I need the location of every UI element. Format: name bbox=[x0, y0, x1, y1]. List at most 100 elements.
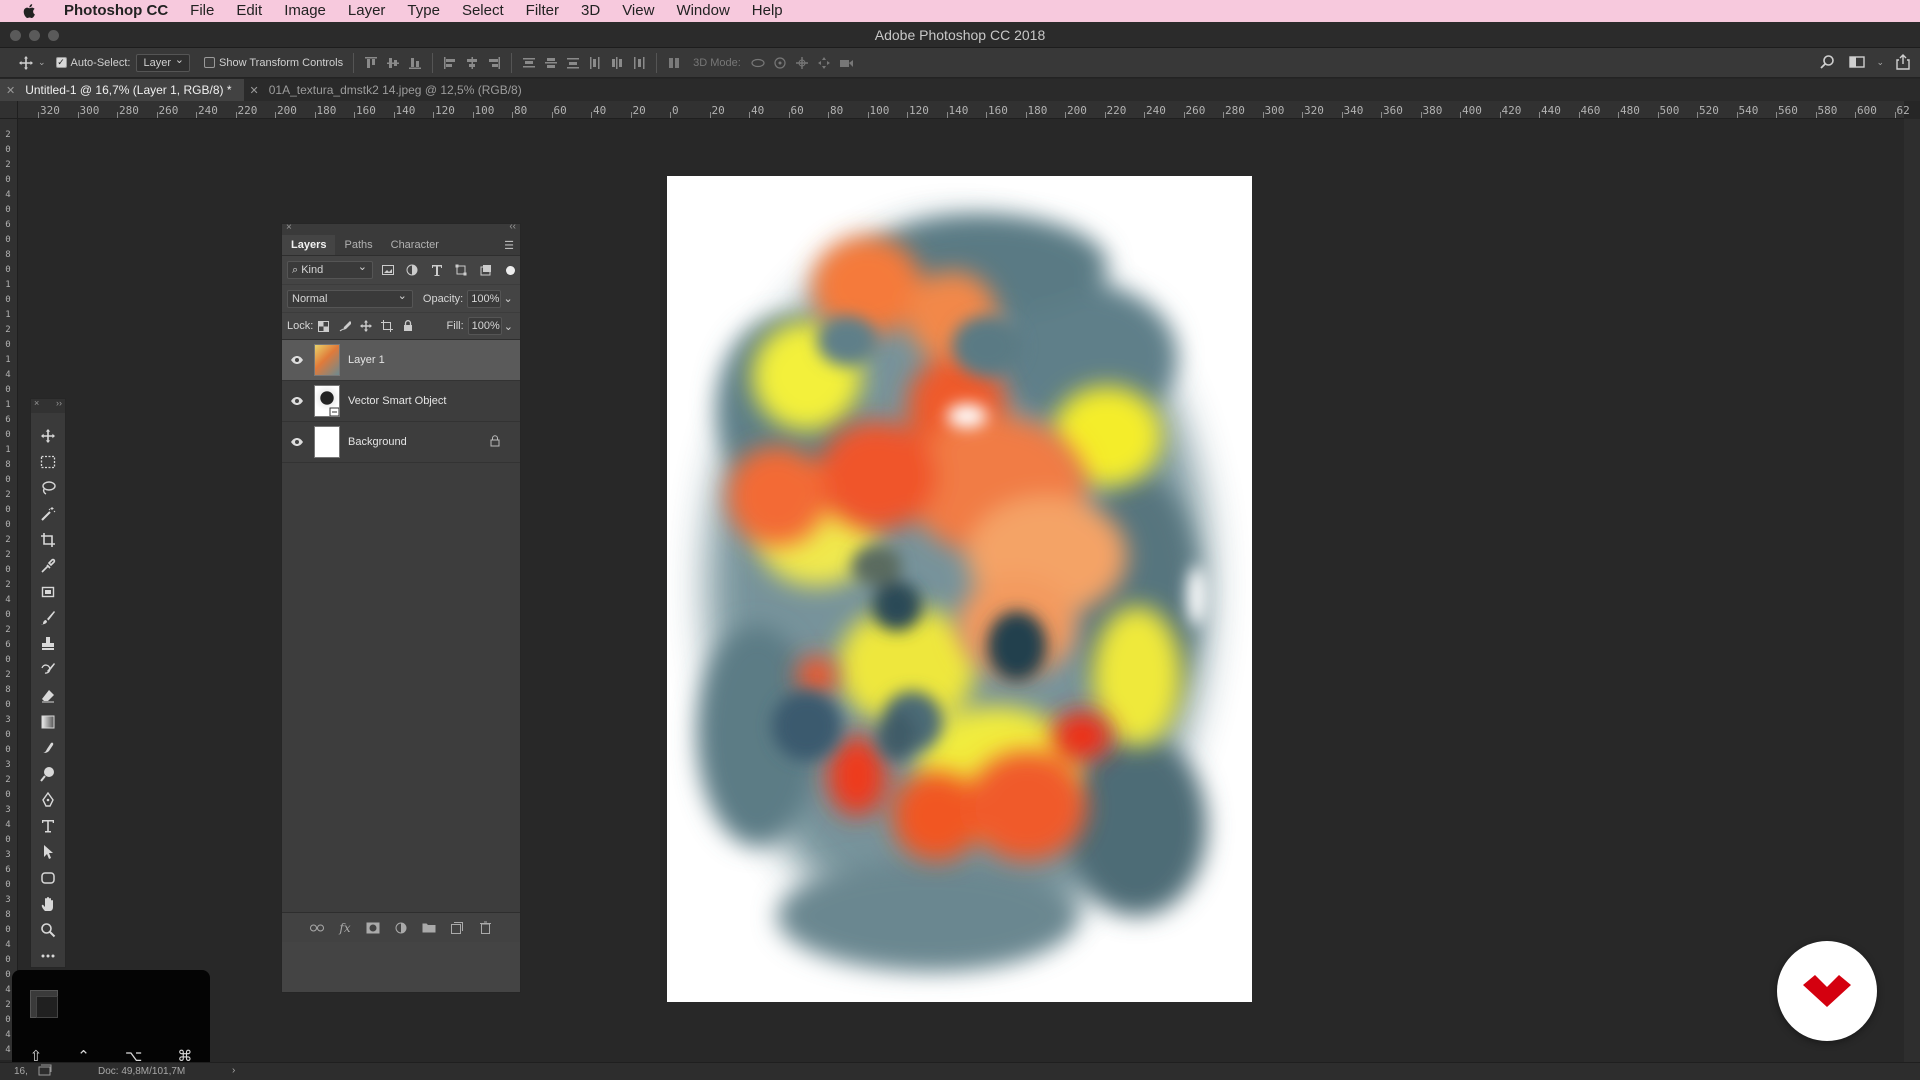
distribute-vcenter-icon[interactable] bbox=[540, 53, 562, 73]
status-menu-arrow-icon[interactable]: › bbox=[232, 1065, 235, 1076]
eyedropper-icon[interactable] bbox=[31, 553, 65, 579]
new-layer-icon[interactable] bbox=[449, 920, 465, 936]
shape-tool-icon[interactable] bbox=[31, 865, 65, 891]
filter-type-icon[interactable] bbox=[427, 261, 446, 279]
move-tool-icon[interactable] bbox=[31, 423, 65, 449]
align-right-icon[interactable] bbox=[483, 53, 505, 73]
horizontal-ruler[interactable]: 320 300 280 260 240 220 200 180 160 140 120 100 80 60… bbox=[18, 101, 1910, 119]
layer-name[interactable]: Vector Smart Object bbox=[348, 395, 446, 407]
lock-artboard-icon[interactable] bbox=[376, 317, 397, 335]
history-brush-icon[interactable] bbox=[31, 657, 65, 683]
menu-image[interactable]: Image bbox=[273, 0, 337, 22]
add-mask-icon[interactable] bbox=[365, 920, 381, 936]
menu-window[interactable]: Window bbox=[665, 0, 740, 22]
collapse-panel-icon[interactable]: ‹‹ bbox=[509, 221, 516, 232]
delete-layer-trash-icon[interactable] bbox=[477, 920, 493, 936]
magic-wand-icon[interactable] bbox=[31, 501, 65, 527]
distribute-top-icon[interactable] bbox=[518, 53, 540, 73]
close-icon[interactable]: ✕ bbox=[6, 84, 15, 97]
3d-slide-icon[interactable] bbox=[813, 53, 835, 73]
dodge-icon[interactable] bbox=[31, 761, 65, 787]
lock-transparent-pixels-icon[interactable] bbox=[313, 317, 334, 335]
workspace-icon[interactable] bbox=[1846, 52, 1868, 72]
menu-edit[interactable]: Edit bbox=[225, 0, 273, 22]
align-top-icon[interactable] bbox=[360, 53, 382, 73]
stamp-tool-icon[interactable] bbox=[31, 631, 65, 657]
layer-row[interactable]: Background bbox=[282, 422, 520, 463]
fill-input[interactable]: 100% bbox=[467, 317, 502, 335]
menu-select[interactable]: Select bbox=[451, 0, 515, 22]
align-bottom-icon[interactable] bbox=[404, 53, 426, 73]
ruler-origin[interactable] bbox=[0, 101, 18, 119]
layer-name[interactable]: Layer 1 bbox=[348, 354, 385, 366]
hand-tool-icon[interactable] bbox=[31, 891, 65, 917]
tab-textura[interactable]: ✕ 01A_textura_dmstk2 14.jpeg @ 12,5% (RG… bbox=[244, 79, 534, 101]
link-layers-icon[interactable] bbox=[309, 920, 325, 936]
chevron-down-icon[interactable]: ⌄ bbox=[502, 317, 515, 335]
foreground-color-swatch[interactable] bbox=[36, 996, 58, 1018]
align-hcenter-icon[interactable] bbox=[461, 53, 483, 73]
distribute-bottom-icon[interactable] bbox=[562, 53, 584, 73]
apple-menu-icon[interactable] bbox=[20, 2, 40, 20]
move-tool-preset-icon[interactable] bbox=[14, 52, 38, 74]
expand-toolbar-icon[interactable]: ›› bbox=[56, 398, 62, 408]
visibility-eye-icon[interactable] bbox=[282, 355, 312, 365]
3d-scale-icon[interactable] bbox=[835, 53, 857, 73]
search-icon[interactable] bbox=[1816, 52, 1838, 72]
blend-mode-dropdown[interactable]: Normal bbox=[287, 288, 413, 308]
close-icon[interactable]: ✕ bbox=[250, 84, 259, 97]
menu-3d[interactable]: 3D bbox=[570, 0, 611, 22]
auto-select-dropdown[interactable]: Layer bbox=[136, 52, 190, 72]
frame-tool-icon[interactable] bbox=[31, 579, 65, 605]
filter-toggle-switch[interactable] bbox=[506, 265, 516, 275]
tab-paths[interactable]: Paths bbox=[335, 235, 381, 255]
layer-row[interactable]: Vector Smart Object bbox=[282, 381, 520, 422]
menu-help[interactable]: Help bbox=[741, 0, 794, 22]
zoom-tool-icon[interactable] bbox=[31, 917, 65, 943]
filter-adjustment-icon[interactable] bbox=[402, 261, 421, 279]
layer-style-fx-icon[interactable]: fx bbox=[337, 920, 353, 936]
distribute-left-icon[interactable] bbox=[584, 53, 606, 73]
new-group-folder-icon[interactable] bbox=[421, 920, 437, 936]
lock-image-pixels-icon[interactable] bbox=[334, 317, 355, 335]
type-tool-icon[interactable] bbox=[31, 813, 65, 839]
document-canvas-image[interactable] bbox=[667, 176, 1252, 1002]
filter-shape-icon[interactable] bbox=[451, 261, 470, 279]
vertical-scrollbar[interactable] bbox=[1904, 119, 1920, 1062]
pen-tool-icon[interactable] bbox=[31, 787, 65, 813]
marquee-tool-icon[interactable] bbox=[31, 449, 65, 475]
close-icon[interactable]: × bbox=[34, 398, 39, 408]
menu-type[interactable]: Type bbox=[396, 0, 451, 22]
close-icon[interactable]: × bbox=[286, 222, 292, 233]
gradient-icon[interactable] bbox=[31, 709, 65, 735]
transform-controls-checkbox[interactable] bbox=[204, 57, 215, 68]
visibility-eye-icon[interactable] bbox=[282, 437, 312, 447]
smudge-icon[interactable] bbox=[31, 735, 65, 761]
menu-file[interactable]: File bbox=[179, 0, 225, 22]
opacity-input[interactable]: 100% bbox=[467, 289, 502, 308]
path-select-icon[interactable] bbox=[31, 839, 65, 865]
chevron-down-icon[interactable]: ⌄ bbox=[1876, 57, 1884, 68]
new-adjustment-layer-icon[interactable] bbox=[393, 920, 409, 936]
auto-select-checkbox[interactable]: ✓ bbox=[55, 57, 67, 68]
share-icon[interactable] bbox=[1892, 52, 1914, 72]
align-left-icon[interactable] bbox=[439, 53, 461, 73]
lock-position-icon[interactable] bbox=[355, 317, 376, 335]
more-tools-icon[interactable] bbox=[31, 943, 65, 969]
filter-pixel-icon[interactable] bbox=[378, 261, 397, 279]
visibility-eye-icon[interactable] bbox=[282, 396, 312, 406]
align-vcenter-icon[interactable] bbox=[382, 53, 404, 73]
export-icon[interactable] bbox=[38, 1064, 52, 1079]
auto-align-icon[interactable] bbox=[663, 53, 685, 73]
crop-tool-icon[interactable] bbox=[31, 527, 65, 553]
3d-pan-icon[interactable] bbox=[791, 53, 813, 73]
vertical-ruler[interactable]: 2 0 2 0 4 0 6 0 8 0 1 0 1 2 0 1 4 0 1 6 0 1 8 0 2 0 0 2 2 0 2 4 0 2 6 0 2 8 0 3… bbox=[0, 119, 18, 1060]
lasso-tool-icon[interactable] bbox=[31, 475, 65, 501]
panel-menu-icon[interactable]: ☰ bbox=[504, 239, 514, 252]
chevron-down-icon[interactable]: ⌄ bbox=[501, 290, 515, 308]
tab-character[interactable]: Character bbox=[382, 235, 448, 255]
menu-filter[interactable]: Filter bbox=[515, 0, 570, 22]
chevron-down-icon[interactable]: ⌄ bbox=[38, 57, 46, 68]
document-size-info[interactable]: Doc: 49,8M/101,7M bbox=[98, 1066, 185, 1077]
tab-layers[interactable]: Layers bbox=[282, 235, 336, 255]
